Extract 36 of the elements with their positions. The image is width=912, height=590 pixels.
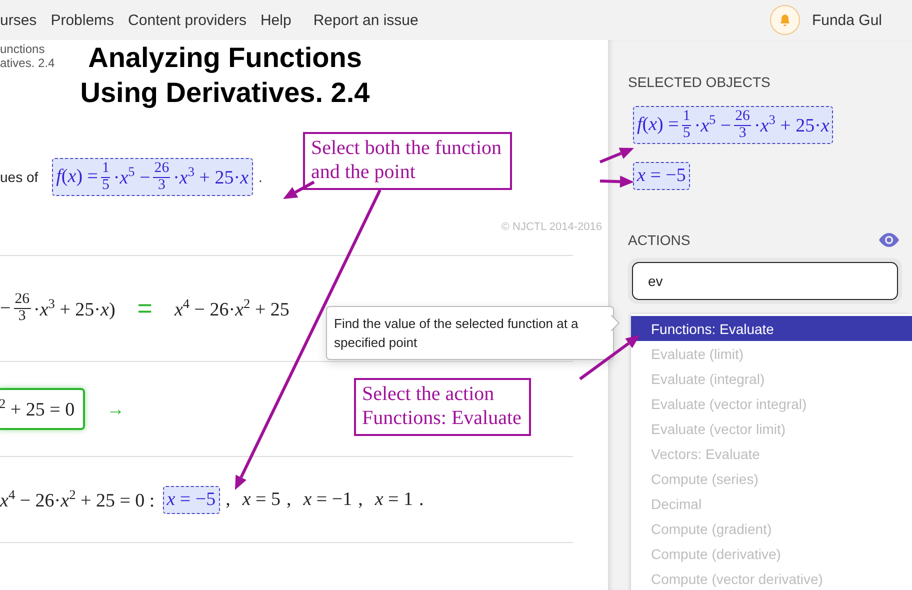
separator: , bbox=[226, 488, 230, 510]
math-expression[interactable]: x = 5 bbox=[242, 488, 280, 510]
separator: , bbox=[358, 488, 363, 510]
selected-object[interactable]: x = −5 bbox=[633, 162, 690, 190]
separator: , bbox=[286, 488, 292, 510]
user-name[interactable]: Funda Gul bbox=[812, 12, 882, 28]
math-expression[interactable]: x$^{4}$ − 26·x$^{2}$ + 25 bbox=[174, 296, 290, 322]
breadcrumb-text[interactable]: unctions bbox=[0, 42, 70, 56]
equals-sign: = bbox=[137, 293, 152, 324]
nav-link[interactable]: Content providers bbox=[128, 12, 246, 28]
math-expression[interactable]: x = −5 bbox=[162, 486, 220, 514]
tooltip-pointer bbox=[611, 315, 620, 331]
nav-link[interactable]: Report an issue bbox=[313, 12, 418, 28]
nav-link[interactable]: Help bbox=[260, 12, 292, 28]
menu-item[interactable]: Functions: Evaluate bbox=[631, 316, 912, 342]
page-title: Analyzing Functions Using Derivatives. 2.4 bbox=[79, 41, 371, 110]
nav-link[interactable]: Problems bbox=[50, 12, 114, 28]
math-expression[interactable]: x$^{4}$ − 26·x$^{2}$ + 25 = 0 : bbox=[0, 486, 155, 512]
copyright-text: © NJCTL 2014-2016 bbox=[501, 221, 602, 235]
section-heading: ACTIONS bbox=[628, 232, 690, 248]
separator: . bbox=[419, 488, 424, 510]
arrow bbox=[600, 176, 634, 188]
math-expression[interactable]: x = −1 bbox=[303, 488, 352, 510]
eye-icon[interactable] bbox=[878, 233, 900, 248]
intro-text: ues of bbox=[0, 169, 38, 185]
nav-link[interactable]: urses bbox=[0, 12, 37, 28]
period: . bbox=[258, 169, 262, 185]
arrow bbox=[579, 335, 640, 380]
tooltip: Find the value of the selected function at a specified point bbox=[326, 306, 614, 360]
section-heading: SELECTED OBJECTS bbox=[628, 74, 770, 90]
math-expression[interactable]: x = 1 bbox=[374, 488, 414, 510]
breadcrumb-text[interactable]: atives. 2.4 bbox=[0, 56, 70, 70]
arrow bbox=[599, 148, 634, 164]
annotation-note: Select the action Functions: Evaluate bbox=[354, 378, 532, 436]
search-field[interactable]: ev bbox=[632, 262, 898, 300]
annotation-note: Select both the function and the point bbox=[303, 132, 512, 190]
